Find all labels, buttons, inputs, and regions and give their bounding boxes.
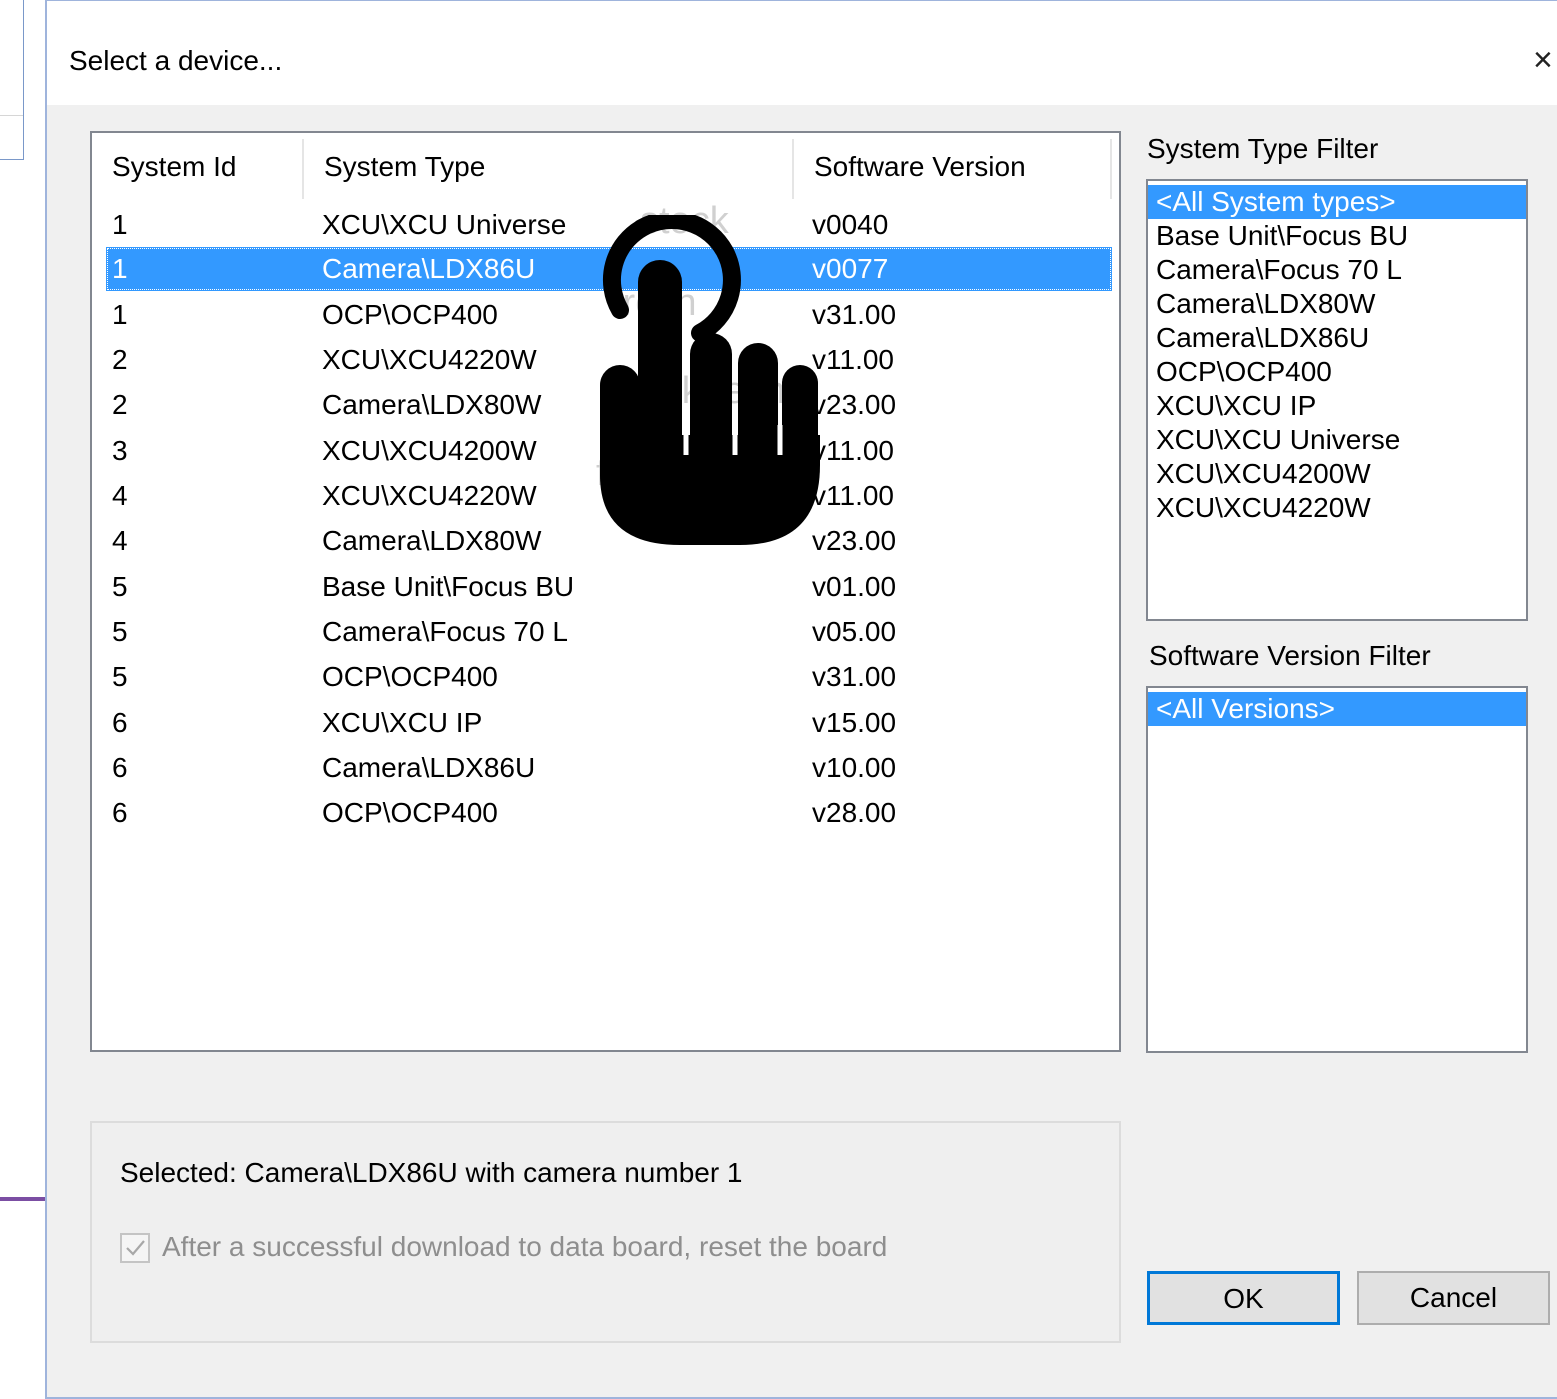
cell-system-id: 6	[112, 707, 128, 738]
cell-system-id: 5	[112, 571, 128, 602]
checkmark-icon	[126, 1240, 145, 1256]
table-row[interactable]: 4 Camera\LDX80W v23.00	[106, 519, 1112, 563]
cell-system-type: XCU\XCU IP	[322, 707, 483, 738]
filter-item[interactable]: Camera\Focus 70 L	[1148, 253, 1526, 287]
software-version-filter-label: Software Version Filter	[1149, 640, 1431, 671]
table-row[interactable]: 5 Camera\Focus 70 L v05.00	[106, 610, 1112, 654]
background-accent-line	[0, 1197, 46, 1201]
cell-system-id: 1	[112, 299, 128, 330]
cell-software-version: v0040	[812, 209, 889, 240]
table-row[interactable]: 3 XCU\XCU4200W v11.00	[106, 429, 1112, 473]
table-row[interactable]: 6 XCU\XCU IP v15.00	[106, 701, 1112, 745]
cell-software-version: v15.00	[812, 707, 897, 738]
table-row[interactable]: 6 OCP\OCP400 v28.00	[106, 791, 1112, 835]
cell-system-id: 4	[112, 480, 128, 511]
table-row[interactable]: 5 OCP\OCP400 v31.00	[106, 655, 1112, 699]
filter-item[interactable]: XCU\XCU IP	[1148, 389, 1526, 423]
cell-system-id: 6	[112, 797, 128, 828]
cell-system-id: 3	[112, 435, 128, 466]
cell-system-type: XCU\XCU Universe	[322, 209, 567, 240]
dialog-title: Select a device...	[69, 45, 283, 76]
table-row-selected[interactable]: 1 Camera\LDX86U v0077	[106, 247, 1112, 291]
cell-system-id: 4	[112, 525, 128, 556]
ok-button[interactable]: OK	[1147, 1271, 1340, 1325]
column-header-system-type[interactable]: System Type	[304, 133, 792, 201]
filter-item-all-system-types[interactable]: <All System types>	[1148, 185, 1526, 219]
cell-software-version: v11.00	[812, 344, 894, 375]
system-type-filter-list[interactable]: <All System types> Base Unit\Focus BU Ca…	[1146, 179, 1528, 621]
cell-system-id: 1	[112, 209, 128, 240]
cell-system-type: Camera\LDX86U	[322, 752, 536, 783]
table-row[interactable]: 6 Camera\LDX86U v10.00	[106, 746, 1112, 790]
cell-software-version: v11.00	[812, 480, 894, 511]
background-window	[0, 0, 24, 160]
column-header-software-version[interactable]: Software Version	[794, 133, 1110, 201]
table-row[interactable]: 4 XCU\XCU4220W v11.00	[106, 474, 1112, 518]
filter-item[interactable]: Camera\LDX86U	[1148, 321, 1526, 355]
selected-device-text: Selected: Camera\LDX86U with camera numb…	[120, 1157, 743, 1188]
cell-system-id: 5	[112, 616, 128, 647]
table-row[interactable]: 2 XCU\XCU4220W v11.00	[106, 338, 1112, 382]
cell-system-type: Camera\LDX86U	[322, 253, 536, 284]
cell-software-version: v23.00	[812, 525, 897, 556]
table-row[interactable]: 1 OCP\OCP400 v31.00	[106, 293, 1112, 337]
cell-software-version: v0077	[812, 253, 889, 284]
cell-system-type: Camera\Focus 70 L	[322, 616, 568, 647]
system-type-filter-label: System Type Filter	[1147, 133, 1379, 164]
software-version-filter-list[interactable]: <All Versions>	[1146, 686, 1528, 1053]
table-row[interactable]: 1 XCU\XCU Universe v0040	[106, 203, 1112, 247]
filter-item[interactable]: Camera\LDX80W	[1148, 287, 1526, 321]
cancel-button[interactable]: Cancel	[1357, 1271, 1550, 1325]
cell-system-type: XCU\XCU4220W	[322, 480, 537, 511]
cell-system-id: 5	[112, 661, 128, 692]
filter-item[interactable]: Base Unit\Focus BU	[1148, 219, 1526, 253]
cell-system-type: XCU\XCU4200W	[322, 435, 537, 466]
cell-software-version: v10.00	[812, 752, 897, 783]
reset-board-label: After a successful download to data boar…	[162, 1231, 888, 1262]
cell-system-type: OCP\OCP400	[322, 797, 498, 828]
filter-item-all-versions[interactable]: <All Versions>	[1148, 692, 1526, 726]
cell-system-type: OCP\OCP400	[322, 661, 498, 692]
cell-system-id: 6	[112, 752, 128, 783]
cell-system-id: 1	[112, 253, 128, 284]
selection-status-group: Selected: Camera\LDX86U with camera numb…	[90, 1121, 1121, 1343]
select-device-dialog: Select a device... × System Id System Ty…	[45, 0, 1557, 1399]
cell-software-version: v23.00	[812, 389, 897, 420]
column-header-system-id[interactable]: System Id	[92, 133, 302, 201]
cell-system-type: Camera\LDX80W	[322, 389, 542, 420]
cell-software-version: v31.00	[812, 299, 897, 330]
cell-system-id: 2	[112, 344, 128, 375]
filter-item[interactable]: OCP\OCP400	[1148, 355, 1526, 389]
filter-item[interactable]: XCU\XCU4200W	[1148, 457, 1526, 491]
cell-software-version: v11.00	[812, 435, 894, 466]
cell-system-type: XCU\XCU4220W	[322, 344, 537, 375]
cell-software-version: v05.00	[812, 616, 897, 647]
reset-board-checkbox[interactable]	[120, 1233, 150, 1263]
filter-item[interactable]: XCU\XCU Universe	[1148, 423, 1526, 457]
title-bar: Select a device... ×	[47, 1, 1557, 105]
table-row[interactable]: 2 Camera\LDX80W v23.00	[106, 383, 1112, 427]
cell-software-version: v28.00	[812, 797, 897, 828]
table-row[interactable]: 5 Base Unit\Focus BU v01.00	[106, 565, 1112, 609]
filter-item[interactable]: XCU\XCU4220W	[1148, 491, 1526, 525]
cell-software-version: v01.00	[812, 571, 897, 602]
cell-software-version: v31.00	[812, 661, 897, 692]
column-divider[interactable]	[1110, 139, 1112, 199]
cell-system-type: Camera\LDX80W	[322, 525, 542, 556]
device-list[interactable]: System Id System Type Software Version 1…	[90, 131, 1121, 1052]
cell-system-type: Base Unit\Focus BU	[322, 571, 575, 602]
cell-system-id: 2	[112, 389, 128, 420]
cell-system-type: OCP\OCP400	[322, 299, 498, 330]
close-icon[interactable]: ×	[1533, 41, 1553, 80]
